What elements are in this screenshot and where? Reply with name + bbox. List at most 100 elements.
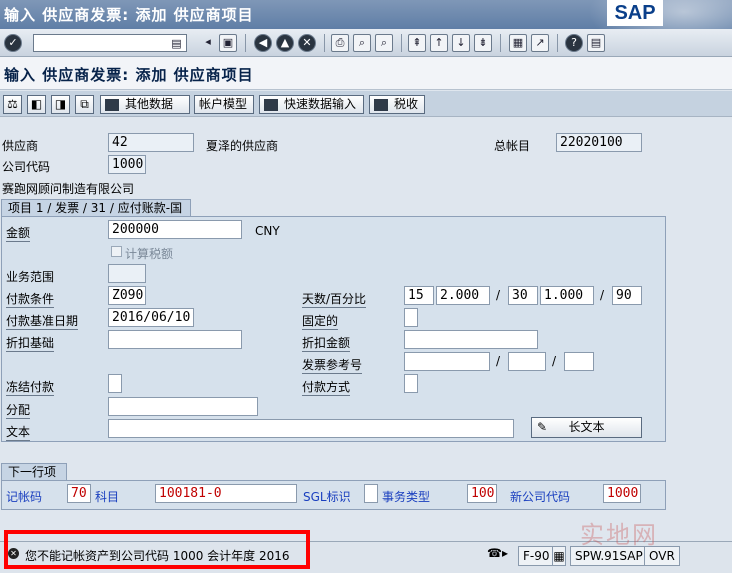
- invoice-ref-item-field[interactable]: [564, 352, 594, 371]
- new-session-icon[interactable]: ▦: [509, 34, 527, 52]
- window-title: 输入 供应商发票: 添加 供应商项目: [4, 6, 254, 24]
- percent2-field[interactable]: 1.000: [540, 286, 594, 305]
- history-dropdown-icon[interactable]: ▤: [170, 36, 183, 50]
- sgl-indicator-field[interactable]: [364, 484, 378, 503]
- shortcut-icon[interactable]: ↗: [531, 34, 549, 52]
- payment-terms-label: 付款条件: [6, 292, 55, 308]
- payment-method-field[interactable]: [404, 374, 418, 393]
- previous-page-icon[interactable]: ↑: [430, 34, 448, 52]
- days-percent-label: 天数/百分比: [302, 292, 367, 308]
- account-field[interactable]: 100181-0: [155, 484, 297, 503]
- tax-button[interactable]: 税收: [369, 95, 425, 114]
- last-page-icon[interactable]: ⇟: [474, 34, 492, 52]
- enter-check-icon[interactable]: ✓: [4, 34, 22, 52]
- transaction-code: F-90: [518, 546, 555, 566]
- discount-base-field[interactable]: [108, 330, 242, 349]
- simulate-icon[interactable]: ⚖: [3, 95, 22, 114]
- account-model-button[interactable]: 帐户模型: [194, 95, 254, 114]
- transaction-type-label: 事务类型: [382, 490, 431, 504]
- other-data-label: 其他数据: [125, 97, 174, 111]
- highlight-box: [4, 530, 310, 569]
- payment-terms-field[interactable]: Z090: [108, 286, 146, 305]
- command-field[interactable]: [33, 34, 187, 52]
- long-text-button[interactable]: ✎ 长文本: [531, 417, 642, 438]
- screen-title: 输入 供应商发票: 添加 供应商项目: [4, 66, 254, 84]
- payment-block-label: 冻结付款: [6, 380, 55, 396]
- posting-key-field[interactable]: 70: [67, 484, 91, 503]
- account-label: 科目: [95, 490, 120, 504]
- system-info-icon[interactable]: ▦: [552, 546, 566, 566]
- fixed-label: 固定的: [302, 314, 339, 330]
- invoice-ref-field[interactable]: [404, 352, 490, 371]
- currency-label: CNY: [255, 224, 280, 238]
- discount-amount-field[interactable]: [404, 330, 538, 349]
- sgl-indicator-label: SGL标识: [303, 490, 351, 504]
- copy-icon[interactable]: ⧉: [75, 95, 94, 114]
- next-item-icon[interactable]: ◨: [51, 95, 70, 114]
- text-field[interactable]: [108, 419, 514, 438]
- days1-field[interactable]: 15: [404, 286, 434, 305]
- discount-base-label: 折扣基础: [6, 336, 55, 352]
- other-data-icon: [105, 98, 119, 111]
- assignment-label: 分配: [6, 403, 31, 419]
- gl-account-label: 总帐目: [494, 139, 531, 153]
- screen-title-bar: 输入 供应商发票: 添加 供应商项目: [0, 57, 732, 90]
- posting-key-label: 记帐码: [6, 490, 43, 504]
- exit-icon[interactable]: ▲: [276, 34, 294, 52]
- invoice-ref-year-field[interactable]: [508, 352, 546, 371]
- amount-field[interactable]: 200000: [108, 220, 242, 239]
- vendor-label: 供应商: [2, 139, 39, 153]
- calculate-tax-label: 计算税额: [125, 247, 174, 261]
- company-name: 赛跑网顾问制造有限公司: [2, 182, 135, 196]
- company-code-field[interactable]: 1000: [108, 155, 146, 174]
- next-page-icon[interactable]: ↓: [452, 34, 470, 52]
- status-info-icon[interactable]: ☎▸: [487, 546, 508, 560]
- vendor-field[interactable]: 42: [108, 133, 194, 152]
- calculate-tax-checkbox[interactable]: [111, 246, 122, 257]
- sap-logo: SAP: [607, 0, 663, 26]
- fixed-field[interactable]: [404, 308, 418, 327]
- slash-2: /: [600, 288, 605, 302]
- baseline-date-label: 付款基准日期: [6, 314, 79, 330]
- print-icon[interactable]: ⎙: [331, 34, 349, 52]
- days3-field[interactable]: 90: [612, 286, 642, 305]
- fast-data-entry-icon: [264, 98, 278, 111]
- system-toolbar: ✓ ▤ ◂ ▣ ◀ ▲ ✕ ⎙ ⌕ ⌕ ⇞ ↑ ↓ ⇟ ▦ ↗ ? ▤: [0, 29, 732, 57]
- fast-data-entry-label: 快速数据输入: [284, 97, 357, 111]
- vendor-name: 夏泽的供应商: [206, 139, 279, 153]
- text-label: 文本: [6, 425, 31, 441]
- cancel-icon[interactable]: ✕: [298, 34, 316, 52]
- slash-4: /: [552, 354, 557, 368]
- tax-icon: [374, 98, 388, 111]
- find-next-icon[interactable]: ⌕: [375, 34, 393, 52]
- help-icon[interactable]: ?: [565, 34, 583, 52]
- new-company-code-label: 新公司代码: [510, 490, 571, 504]
- layout-menu-icon[interactable]: ▤: [587, 34, 605, 52]
- payment-block-field[interactable]: [108, 374, 122, 393]
- invoice-ref-label: 发票参考号: [302, 358, 363, 374]
- other-data-button[interactable]: 其他数据: [100, 95, 190, 114]
- percent1-field[interactable]: 2.000: [436, 286, 490, 305]
- find-icon[interactable]: ⌕: [353, 34, 371, 52]
- company-code-label: 公司代码: [2, 160, 51, 174]
- baseline-date-field[interactable]: 2016/06/10: [108, 308, 194, 327]
- days2-field[interactable]: 30: [508, 286, 538, 305]
- scroll-left-icon[interactable]: ◂: [199, 34, 217, 52]
- application-toolbar: ⚖ ◧ ◨ ⧉ 其他数据 帐户模型 快速数据输入 税收: [0, 91, 732, 117]
- next-item-header: 下一行项目: [1, 463, 67, 495]
- long-text-label: 长文本: [568, 420, 605, 434]
- business-area-field[interactable]: [108, 264, 146, 283]
- slash-1: /: [496, 288, 501, 302]
- transaction-type-field[interactable]: 100: [467, 484, 497, 503]
- payment-method-label: 付款方式: [302, 380, 351, 396]
- back-icon[interactable]: ◀: [254, 34, 272, 52]
- gl-account-field[interactable]: 22020100: [556, 133, 642, 152]
- fast-data-entry-button[interactable]: 快速数据输入: [259, 95, 364, 114]
- first-page-icon[interactable]: ⇞: [408, 34, 426, 52]
- assignment-field[interactable]: [108, 397, 258, 416]
- tax-label: 税收: [394, 97, 419, 111]
- previous-item-icon[interactable]: ◧: [27, 95, 46, 114]
- business-area-label: 业务范围: [6, 270, 55, 284]
- new-company-code-field[interactable]: 1000: [603, 484, 641, 503]
- save-icon[interactable]: ▣: [219, 34, 237, 52]
